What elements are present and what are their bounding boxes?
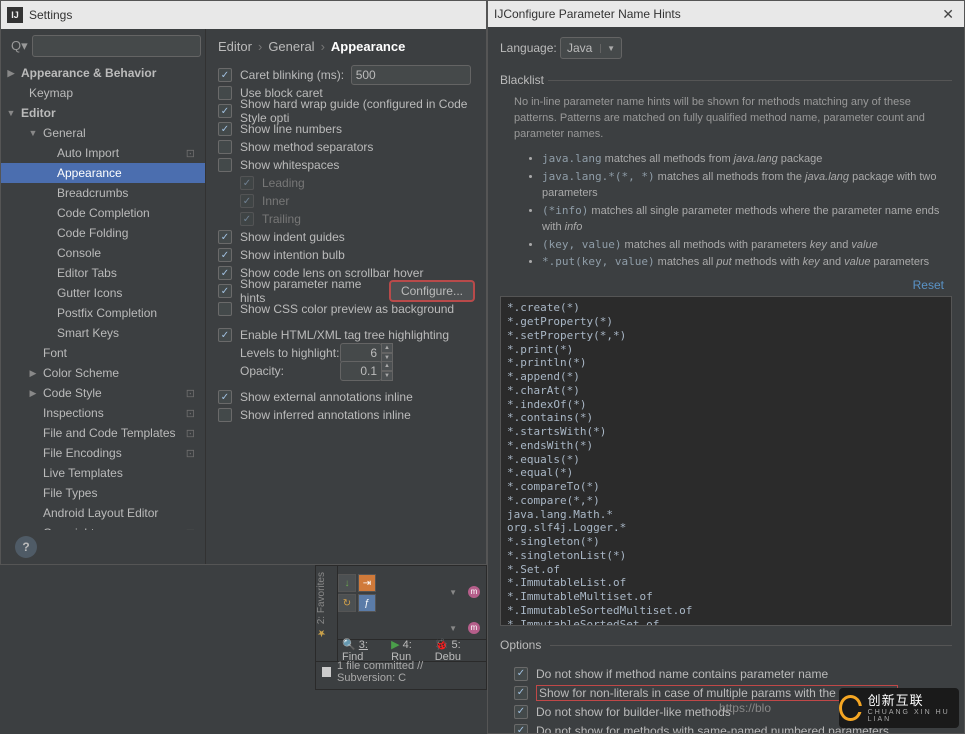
checkbox-tag-tree[interactable] (218, 328, 232, 342)
tree-file-code-templates[interactable]: File and Code Templates⊡ (1, 423, 205, 443)
tree-appearance[interactable]: Appearance (1, 163, 205, 183)
checkbox-ext-ann[interactable] (218, 390, 232, 404)
settings-title: Settings (29, 8, 72, 22)
help-button[interactable]: ? (15, 536, 37, 558)
checkbox-line-numbers[interactable] (218, 122, 232, 136)
checkbox-leading[interactable] (240, 176, 254, 190)
settings-titlebar: IJ Settings (1, 1, 486, 29)
blacklist-patterns-list: java.lang matches all methods from java.… (500, 151, 952, 279)
watermark-logo: 创新互联CHUANG XIN HU LIAN (839, 688, 959, 728)
tree-file-encodings[interactable]: File Encodings⊡ (1, 443, 205, 463)
param-hints-dialog: IJ Configure Parameter Name Hints ✕ Lang… (487, 0, 965, 734)
tree-postfix-completion[interactable]: Postfix Completion (1, 303, 205, 323)
blacklist-hint: No in-line parameter name hints will be … (500, 91, 952, 151)
checkbox-param-hints[interactable] (218, 284, 232, 298)
checkbox-css-preview[interactable] (218, 302, 232, 316)
checkbox-opt2[interactable] (514, 686, 528, 700)
checkbox-intention-bulb[interactable] (218, 248, 232, 262)
dialog-title: Configure Parameter Name Hints (503, 7, 680, 21)
settings-tree: ▶Appearance & Behavior Keymap ▼Editor ▼G… (1, 63, 205, 530)
tree-auto-import[interactable]: Auto Import⊡ (1, 143, 205, 163)
opacity-input[interactable] (340, 361, 382, 381)
tree-live-templates[interactable]: Live Templates (1, 463, 205, 483)
caret-blinking-input[interactable] (351, 65, 471, 85)
tree-smart-keys[interactable]: Smart Keys (1, 323, 205, 343)
language-label: Language: (500, 41, 560, 55)
tool-icon[interactable]: ⇥ (358, 574, 376, 592)
project-badge-icon: ⊡ (186, 387, 195, 400)
tree-code-folding[interactable]: Code Folding (1, 223, 205, 243)
commit-icon (322, 667, 331, 677)
levels-input[interactable] (340, 343, 382, 363)
checkbox-opt3[interactable] (514, 705, 528, 719)
tree-font[interactable]: Font (1, 343, 205, 363)
checkbox-codelens[interactable] (218, 266, 232, 280)
reset-link[interactable]: Reset (500, 278, 952, 292)
tree-gutter-icons[interactable]: Gutter Icons (1, 283, 205, 303)
tree-copyright[interactable]: ▶Copyright⊡ (1, 523, 205, 530)
ide-status-row: 🔍 3: Find ▶ 4: Run 🐞 5: Debu (338, 639, 486, 661)
tree-inspections[interactable]: Inspections⊡ (1, 403, 205, 423)
checkbox-method-sep[interactable] (218, 140, 232, 154)
settings-window: IJ Settings Q▾ ▶Appearance & Behavior Ke… (0, 0, 487, 565)
checkbox-block-caret[interactable] (218, 86, 232, 100)
tree-code-style[interactable]: ▶Code Style⊡ (1, 383, 205, 403)
settings-search-input[interactable] (32, 35, 201, 57)
watermark: https://blo 创新互联CHUANG XIN HU LIAN (719, 688, 959, 728)
options-header: Options (500, 638, 952, 652)
settings-sidebar: Q▾ ▶Appearance & Behavior Keymap ▼Editor… (1, 29, 206, 564)
tool-icon[interactable]: ↓ (338, 574, 356, 592)
checkbox-inf-ann[interactable] (218, 408, 232, 422)
blacklist-textarea[interactable]: *.create(*)*.getProperty(*)*.setProperty… (500, 296, 952, 626)
tree-editor[interactable]: ▼Editor (1, 103, 205, 123)
language-combo[interactable]: Java▼ (560, 37, 622, 59)
close-icon[interactable]: ✕ (938, 6, 958, 23)
search-back-icon[interactable]: Q▾ (11, 38, 28, 54)
dialog-titlebar: IJ Configure Parameter Name Hints ✕ (488, 1, 964, 27)
tool-icon[interactable]: ↻ (338, 594, 356, 612)
ide-background: ★ 2: Favorites ↓⇥ ↻ƒ ▼m ▼m 🔍 3: Find ▶ 4… (315, 565, 487, 690)
checkbox-trailing[interactable] (240, 212, 254, 226)
ide-commit-status: 1 file committed // Subversion: C (316, 661, 486, 681)
chevron-down-icon: ▼ (600, 44, 615, 53)
tree-file-types[interactable]: File Types (1, 483, 205, 503)
tree-color-scheme[interactable]: ▶Color Scheme (1, 363, 205, 383)
checkbox-whitespaces[interactable] (218, 158, 232, 172)
tree-code-completion[interactable]: Code Completion (1, 203, 205, 223)
tree-general[interactable]: ▼General (1, 123, 205, 143)
tool-icon[interactable]: ƒ (358, 594, 376, 612)
checkbox-hard-wrap[interactable] (218, 104, 232, 118)
spinner-icon[interactable]: ▲▼ (381, 361, 393, 381)
checkbox-indent-guides[interactable] (218, 230, 232, 244)
project-badge-icon: ⊡ (186, 147, 195, 160)
intellij-icon: IJ (7, 7, 23, 23)
tree-appearance-behavior[interactable]: ▶Appearance & Behavior (1, 63, 205, 83)
checkbox-opt1[interactable] (514, 667, 528, 681)
configure-button[interactable]: Configure... (390, 281, 474, 301)
checkbox-inner[interactable] (240, 194, 254, 208)
spinner-icon[interactable]: ▲▼ (381, 343, 393, 363)
tree-editor-tabs[interactable]: Editor Tabs (1, 263, 205, 283)
intellij-icon: IJ (494, 7, 503, 21)
checkbox-opt4[interactable] (514, 724, 528, 733)
favorites-tool-button[interactable]: ★ 2: Favorites (316, 566, 338, 661)
blacklist-header: Blacklist (500, 73, 952, 87)
tree-keymap[interactable]: Keymap (1, 83, 205, 103)
breadcrumb: Editor›General›Appearance (218, 39, 474, 54)
checkbox-caret-blinking[interactable] (218, 68, 232, 82)
tree-console[interactable]: Console (1, 243, 205, 263)
tree-android-layout[interactable]: Android Layout Editor (1, 503, 205, 523)
settings-main: Editor›General›Appearance Caret blinking… (206, 29, 486, 564)
tree-breadcrumbs[interactable]: Breadcrumbs (1, 183, 205, 203)
